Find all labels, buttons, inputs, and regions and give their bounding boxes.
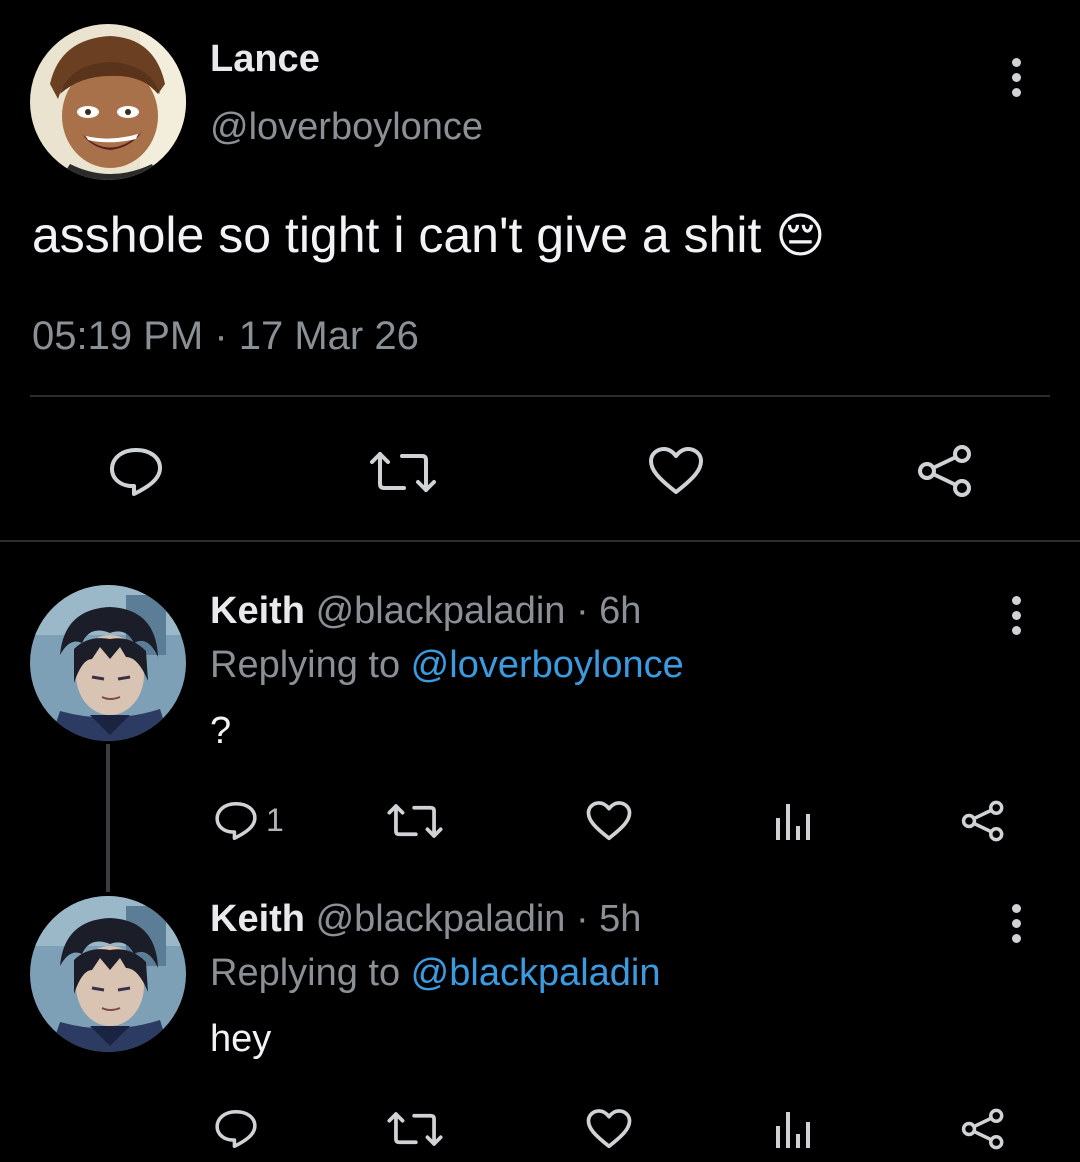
analytics-icon[interactable] (774, 800, 818, 842)
reply-text: ? (210, 710, 232, 752)
reply-count: 1 (266, 802, 284, 838)
reply-author-name[interactable]: Keith (210, 898, 305, 940)
reply-icon[interactable] (214, 1108, 258, 1150)
reply-icon[interactable] (214, 800, 258, 842)
reply-header: Keith @blackpaladin · 6h (210, 590, 641, 633)
reply-icon[interactable] (108, 446, 164, 498)
more-options-icon[interactable] (1012, 58, 1021, 103)
replying-to-link[interactable]: @loverboylonce (411, 644, 684, 686)
share-icon[interactable] (960, 1108, 1006, 1150)
avatar-lance[interactable] (30, 24, 186, 180)
replying-to: Replying to @blackpaladin (210, 952, 661, 995)
retweet-icon[interactable] (386, 1110, 444, 1148)
share-icon[interactable] (916, 444, 974, 498)
reply-handle-time[interactable]: @blackpaladin · 6h (316, 590, 642, 632)
avatar-keith[interactable] (30, 585, 186, 741)
avatar-keith[interactable] (30, 896, 186, 1052)
pensive-emoji: 😔 (775, 210, 826, 263)
tweet-text: asshole so tight i can't give a shit 😔 (32, 206, 825, 264)
author-name[interactable]: Lance (210, 38, 320, 81)
retweet-icon[interactable] (386, 802, 444, 840)
replying-to-label: Replying to (210, 952, 411, 994)
like-icon[interactable] (586, 800, 632, 842)
reply-author-name[interactable]: Keith (210, 590, 305, 632)
reply-header: Keith @blackpaladin · 5h (210, 898, 641, 941)
replying-to-link[interactable]: @blackpaladin (411, 952, 661, 994)
like-icon[interactable] (586, 1108, 632, 1150)
replying-to-label: Replying to (210, 644, 411, 686)
reply-text: hey (210, 1018, 272, 1060)
replying-to: Replying to @loverboylonce (210, 644, 684, 687)
tweet-body: asshole so tight i can't give a shit (32, 207, 762, 263)
author-handle[interactable]: @loverboylonce (210, 106, 483, 149)
tweet-timestamp: 05:19 PM · 17 Mar 26 (32, 314, 419, 358)
retweet-icon[interactable] (368, 450, 438, 494)
more-options-icon[interactable] (1012, 904, 1021, 949)
divider (30, 395, 1050, 397)
analytics-icon[interactable] (774, 1108, 818, 1150)
like-icon[interactable] (648, 446, 704, 496)
reply-handle-time[interactable]: @blackpaladin · 5h (316, 898, 642, 940)
more-options-icon[interactable] (1012, 596, 1021, 641)
section-divider (0, 540, 1080, 542)
share-icon[interactable] (960, 800, 1006, 842)
thread-line (106, 744, 110, 892)
